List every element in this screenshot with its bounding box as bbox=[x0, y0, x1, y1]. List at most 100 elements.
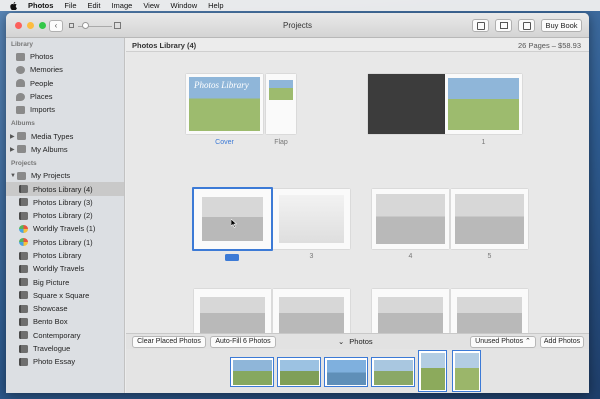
sidebar-item-project[interactable]: Worldly Travels bbox=[6, 262, 124, 275]
thumbnail-image bbox=[454, 352, 479, 390]
page-6[interactable] bbox=[194, 289, 271, 333]
sidebar-item-my-projects[interactable]: ▼ My Projects bbox=[6, 169, 124, 182]
sidebar-item-photos[interactable]: Photos bbox=[6, 50, 124, 63]
folder-icon bbox=[17, 132, 26, 141]
photo-thumbnail[interactable] bbox=[230, 357, 274, 387]
page-1[interactable] bbox=[445, 74, 522, 134]
apple-menu-icon[interactable] bbox=[10, 1, 17, 10]
sidebar-item-project[interactable]: Photos Library (4) bbox=[6, 182, 124, 196]
sidebar-item-people[interactable]: People bbox=[6, 77, 124, 90]
sidebar-item-imports[interactable]: Imports bbox=[6, 103, 124, 116]
menu-view[interactable]: View bbox=[143, 1, 159, 10]
sidebar-item-project[interactable]: Bento Box bbox=[6, 315, 124, 328]
disclosure-triangle-icon[interactable]: ▶ bbox=[10, 146, 15, 153]
sidebar-item-project[interactable]: Square x Square bbox=[6, 289, 124, 302]
sidebar-item-label: Media Types bbox=[31, 131, 74, 141]
menu-window[interactable]: Window bbox=[170, 1, 197, 10]
sidebar-item-project[interactable]: Travelogue bbox=[6, 342, 124, 355]
cover-spread[interactable]: Photos Library bbox=[186, 74, 296, 134]
page-3-photo[interactable] bbox=[279, 195, 344, 243]
photo-thumbnail[interactable] bbox=[277, 357, 321, 387]
chevron-down-icon: ⌄ bbox=[338, 337, 345, 346]
auto-fill-button[interactable]: Auto-Fill 6 Photos bbox=[210, 336, 276, 348]
photo-tray bbox=[126, 349, 589, 393]
add-photos-button[interactable]: Add Photos bbox=[540, 336, 584, 348]
page-4[interactable] bbox=[372, 189, 449, 249]
page-3[interactable] bbox=[273, 189, 350, 249]
page-count-price: 26 Pages – $58.93 bbox=[518, 41, 581, 50]
page-options-badge[interactable] bbox=[225, 254, 239, 261]
sidebar-item-label: Photo Essay bbox=[33, 357, 76, 367]
sidebar-item-my-albums[interactable]: ▶ My Albums bbox=[6, 143, 124, 156]
buy-book-button[interactable]: Buy Book bbox=[541, 19, 582, 32]
sidebar: Library Photos Memories People Places Im… bbox=[6, 38, 125, 393]
sidebar-item-label: Photos Library (4) bbox=[33, 184, 93, 194]
photo-thumbnail[interactable] bbox=[418, 350, 447, 392]
sidebar-item-project[interactable]: Contemporary bbox=[6, 329, 124, 342]
photo-thumbnail[interactable] bbox=[324, 357, 368, 387]
sidebar-section-albums: Albums bbox=[11, 120, 35, 128]
sidebar-item-label: Memories bbox=[30, 65, 63, 75]
spread-pages-8-9[interactable] bbox=[372, 289, 528, 333]
sidebar-item-places[interactable]: Places bbox=[6, 90, 124, 103]
disclosure-triangle-icon[interactable]: ▶ bbox=[10, 133, 15, 140]
add-page-icon bbox=[522, 21, 531, 30]
sidebar-item-label: Photos Library bbox=[33, 251, 82, 260]
page-8[interactable] bbox=[372, 289, 449, 333]
unused-photos-select[interactable]: Unused Photos ⌃ bbox=[470, 336, 536, 348]
spread-page-1[interactable] bbox=[368, 74, 522, 134]
page-7[interactable] bbox=[273, 289, 350, 333]
sidebar-item-label: Showcase bbox=[33, 304, 68, 314]
sidebar-item-media-types[interactable]: ▶ Media Types bbox=[6, 129, 124, 142]
imports-icon bbox=[16, 105, 25, 114]
menu-file[interactable]: File bbox=[64, 1, 76, 10]
sidebar-item-label: Square x Square bbox=[33, 290, 90, 300]
photos-icon bbox=[16, 52, 25, 61]
page-3-label: 3 bbox=[309, 253, 314, 260]
sidebar-item-project[interactable]: Big Picture bbox=[6, 275, 124, 288]
flap-photo[interactable] bbox=[269, 80, 293, 100]
thumbnail-image bbox=[232, 359, 272, 385]
menu-app-photos[interactable]: Photos bbox=[28, 1, 53, 10]
photos-tray-toggle[interactable]: ⌄ Photos bbox=[338, 337, 373, 346]
sidebar-item-project[interactable]: Photos Library (2) bbox=[6, 209, 124, 222]
disclosure-open-icon[interactable]: ▼ bbox=[10, 173, 16, 179]
photo-thumbnail[interactable] bbox=[452, 350, 481, 392]
page-7-photo[interactable] bbox=[279, 297, 344, 333]
layout-options-button[interactable] bbox=[495, 19, 512, 32]
menu-image[interactable]: Image bbox=[111, 1, 132, 10]
page-5[interactable] bbox=[451, 189, 528, 249]
cover-page[interactable]: Photos Library bbox=[186, 74, 263, 134]
page-5-photo[interactable] bbox=[455, 194, 524, 244]
sidebar-item-project[interactable]: Photos Library (1) bbox=[6, 236, 124, 249]
sidebar-item-label: Travelogue bbox=[33, 344, 71, 354]
spread-pages-4-5[interactable] bbox=[372, 189, 528, 249]
sidebar-item-project[interactable]: Worldly Travels (1) bbox=[6, 222, 124, 235]
flap-page[interactable] bbox=[266, 74, 296, 134]
book-settings-icon bbox=[476, 21, 485, 30]
page-9[interactable] bbox=[451, 289, 528, 333]
page-9-photo[interactable] bbox=[457, 297, 522, 333]
page-6-photo[interactable] bbox=[200, 297, 265, 333]
menu-edit[interactable]: Edit bbox=[88, 1, 101, 10]
book-icon bbox=[19, 331, 28, 340]
page-8-photo[interactable] bbox=[378, 297, 443, 333]
inside-cover-page[interactable] bbox=[368, 74, 445, 134]
sidebar-item-project[interactable]: Photos Library (3) bbox=[6, 196, 124, 209]
page-1-photo[interactable] bbox=[448, 78, 519, 130]
sidebar-item-project[interactable]: Showcase bbox=[6, 302, 124, 315]
cover-title-text: Photos Library bbox=[194, 80, 249, 90]
sidebar-item-project[interactable]: Photo Essay bbox=[6, 355, 124, 368]
photo-thumbnail[interactable] bbox=[371, 357, 415, 387]
add-page-button[interactable] bbox=[518, 19, 535, 32]
sidebar-item-project[interactable]: Photos Library bbox=[6, 249, 124, 262]
memories-icon bbox=[16, 65, 25, 74]
page-4-photo[interactable] bbox=[376, 194, 445, 244]
sidebar-item-label: Photos Library (3) bbox=[33, 197, 93, 207]
photos-tray-label: Photos bbox=[349, 337, 373, 346]
book-settings-button[interactable] bbox=[472, 19, 489, 32]
spread-pages-6-7[interactable] bbox=[194, 289, 350, 333]
menu-help[interactable]: Help bbox=[208, 1, 223, 10]
sidebar-item-memories[interactable]: Memories bbox=[6, 63, 124, 76]
clear-placed-photos-button[interactable]: Clear Placed Photos bbox=[132, 336, 206, 348]
